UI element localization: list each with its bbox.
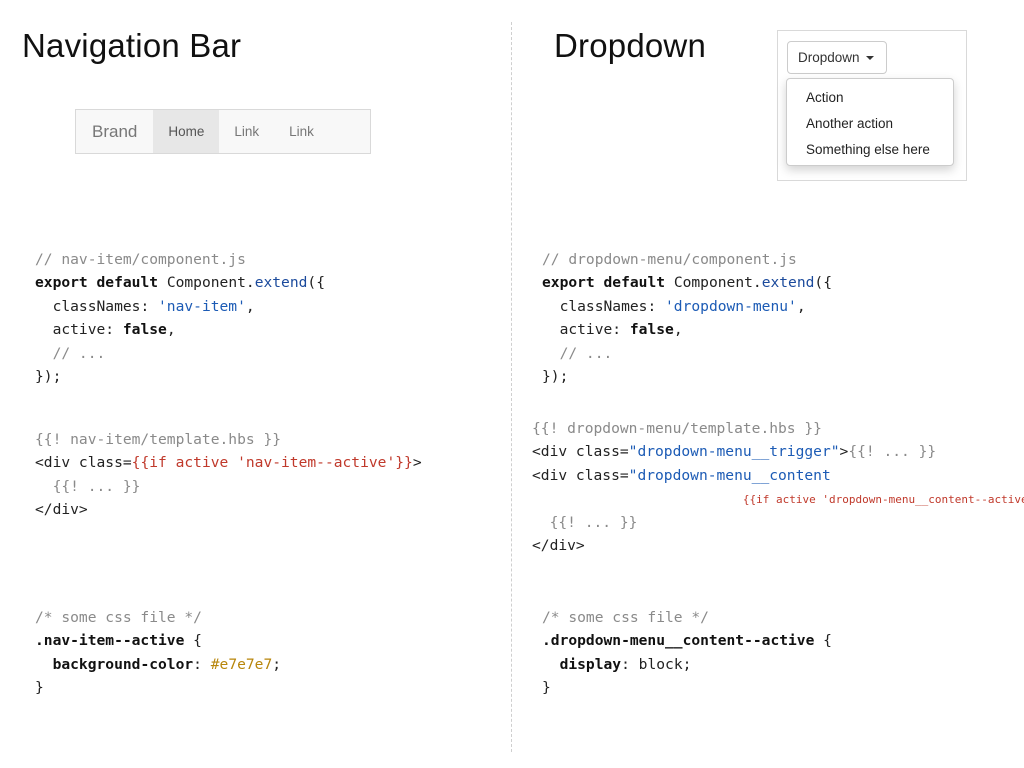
code-comment: {{! ... }} (549, 513, 638, 531)
column-divider (511, 22, 512, 752)
code-keyword: false (122, 321, 167, 338)
dropdown-title: Dropdown (554, 27, 707, 64)
nav-item-link-2[interactable]: Link (274, 110, 329, 153)
code-text: </div> (35, 501, 88, 518)
navbar-brand[interactable]: Brand (76, 110, 153, 153)
code-text: , (673, 321, 683, 338)
code-method: extend (761, 274, 815, 291)
dropdown-button[interactable]: Dropdown (787, 41, 887, 74)
code-comment: // ... (52, 344, 106, 362)
code-comment: /* some css file */ (542, 608, 709, 626)
code-text: > (412, 454, 422, 471)
dropdown-item-something-else[interactable]: Something else here (787, 137, 953, 163)
code-comment: {{! nav-item/template.hbs }} (35, 430, 282, 448)
code-text: , (245, 297, 255, 315)
code-text: Component. (166, 274, 255, 291)
code-text: Component. (673, 274, 762, 291)
code-text: }); (35, 368, 62, 385)
code-text: ; (272, 655, 282, 673)
code-keyword: export (35, 274, 88, 291)
code-attribute: "dropdown-menu__trigger" (628, 443, 840, 460)
code-string: 'nav-item' (158, 297, 246, 315)
code-text: } (542, 679, 551, 696)
code-text: active: (559, 321, 630, 338)
code-helper: {{if active 'nav-item--active'}} (131, 454, 413, 471)
code-comment: {{! dropdown-menu/template.hbs }} (532, 419, 822, 437)
code-text: ; (682, 655, 692, 673)
code-text: : (193, 655, 211, 673)
code-comment: // nav-item/component.js (35, 250, 246, 268)
dropdown-item-action[interactable]: Action (787, 85, 953, 111)
navigation-bar-title: Navigation Bar (22, 27, 242, 64)
code-text: active: (52, 321, 123, 338)
code-keyword: default (96, 274, 159, 291)
code-text: classNames: (559, 297, 666, 315)
code-value: block (638, 655, 683, 673)
nav-item-template-code: {{! nav-item/template.hbs }} <div class={… (35, 404, 422, 545)
code-attribute: "dropdown-menu__content (628, 466, 831, 484)
code-property: display (559, 655, 622, 673)
dropdown-menu: Action Another action Something else her… (786, 78, 954, 166)
code-text: } (35, 679, 44, 696)
code-text: : (621, 655, 639, 673)
code-comment: // ... (559, 344, 613, 362)
dropdown-button-label: Dropdown (798, 50, 860, 65)
code-text: , (166, 321, 176, 338)
code-keyword: export (542, 274, 595, 291)
code-string: 'dropdown-menu' (665, 297, 797, 315)
code-text: <div class= (532, 443, 629, 460)
code-text: classNames: (52, 297, 159, 315)
code-keyword: false (629, 321, 674, 338)
code-comment: // dropdown-menu/component.js (542, 250, 797, 268)
dropdown-component-code: // dropdown-menu/component.js export defa… (542, 224, 832, 412)
code-text: ({ (814, 274, 832, 291)
code-text: { (184, 632, 202, 649)
code-method: extend (254, 274, 308, 291)
code-text: <div class= (532, 466, 629, 484)
code-selector: .dropdown-menu__content--active (542, 632, 815, 649)
dropdown-template-code: {{! dropdown-menu/template.hbs }} <div cl… (532, 393, 1024, 581)
caret-down-icon (865, 55, 874, 60)
code-text: , (796, 297, 806, 315)
nav-item-home[interactable]: Home (153, 110, 220, 153)
dropdown-example: Dropdown Action Another action Something… (777, 30, 967, 181)
dropdown-css-code: /* some css file */ .dropdown-menu__conte… (542, 582, 832, 723)
code-text: ({ (307, 274, 325, 291)
code-property: background-color (52, 655, 194, 673)
code-text: { (814, 632, 832, 649)
code-comment: {{! ... }} (848, 443, 937, 460)
navbar-example: Brand Home Link Link (75, 109, 371, 154)
nav-item-css-code: /* some css file */ .nav-item--active { b… (35, 582, 281, 723)
nav-item-link-1[interactable]: Link (219, 110, 274, 153)
nav-item-component-code: // nav-item/component.js export default C… (35, 224, 325, 412)
dropdown-item-another-action[interactable]: Another action (787, 111, 953, 137)
code-text: }); (542, 368, 569, 385)
code-text: </div> (532, 537, 585, 554)
code-helper: {{if active 'dropdown-menu__content--act… (742, 493, 1024, 506)
code-keyword: default (603, 274, 666, 291)
code-comment: /* some css file */ (35, 608, 202, 626)
code-text: > (839, 443, 849, 460)
code-selector: .nav-item--active (35, 632, 185, 649)
code-value: #e7e7e7 (210, 655, 273, 673)
code-comment: {{! ... }} (52, 477, 141, 495)
code-text: <div class= (35, 454, 132, 471)
